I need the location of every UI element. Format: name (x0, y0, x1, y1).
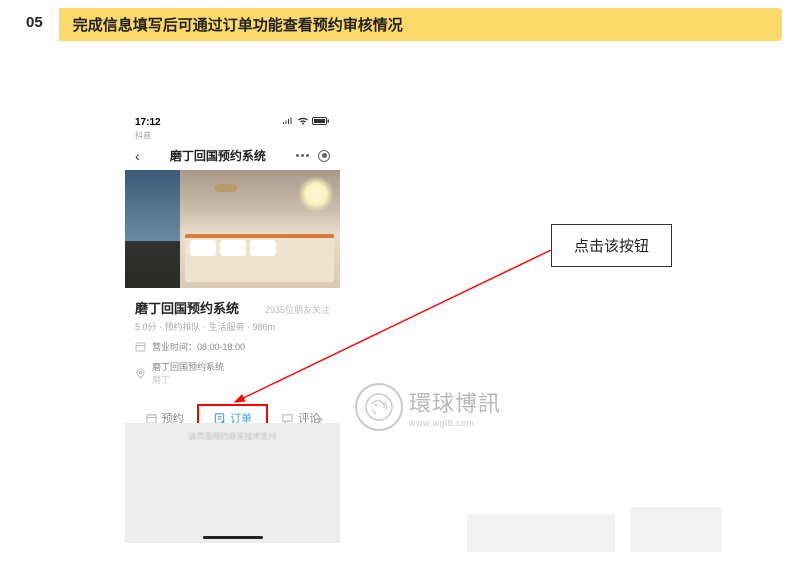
location-icon (135, 368, 146, 379)
step-number: 05 (12, 8, 59, 41)
clock-icon (135, 341, 146, 352)
signal-icon (282, 117, 294, 128)
listing-hours: 营业时间：08:00-18:00 (135, 340, 330, 353)
step-header: 05 完成信息填写后可通过订单功能查看预约审核情况 (12, 8, 782, 41)
status-bar: 17:12 (125, 113, 340, 130)
watermark-url: www.wgi8.com (409, 418, 501, 428)
watermark-logo-icon (355, 383, 403, 431)
placeholder-note: 该页面预约商家技术支持 (125, 423, 340, 442)
target-icon[interactable] (318, 150, 330, 162)
nav-bar: ‹ 磨丁回国预约系统 (125, 143, 340, 170)
home-indicator (203, 536, 263, 539)
wifi-icon (297, 117, 309, 128)
nav-title: 磨丁回国预约系统 (140, 147, 296, 164)
more-icon[interactable] (296, 154, 312, 158)
phone-screenshot: 17:12 抖音 ‹ 磨丁回国预约系统 磨丁回国预约系统 2935位朋友关注 5… (125, 113, 340, 440)
watermark: 環球博訊 www.wgi8.com (355, 383, 501, 431)
nav-actions[interactable] (296, 150, 330, 162)
listing-title: 磨丁回国预约系统 (135, 298, 239, 317)
blur-patch (630, 507, 722, 552)
step-instruction: 完成信息填写后可通过订单功能查看预约审核情况 (59, 8, 782, 41)
watermark-title: 環球博訊 (409, 386, 501, 418)
blur-patch (467, 514, 615, 552)
listing-subtitle: 5.0分 · 预约排队 · 生活服务 · 986m (135, 320, 330, 333)
status-app: 抖音 (125, 130, 340, 143)
listing-favs: 2935位朋友关注 (265, 303, 330, 316)
hero-image (125, 170, 340, 288)
callout-label: 点击该按钮 (551, 224, 672, 267)
status-time: 17:12 (135, 117, 161, 128)
content-placeholder: 该页面预约商家技术支持 (125, 423, 340, 543)
info-block: 磨丁回国预约系统 2935位朋友关注 5.0分 · 预约排队 · 生活服务 · … (125, 288, 340, 392)
listing-address: 磨丁回国预约系统 磨丁 (135, 360, 330, 386)
battery-icon (312, 117, 330, 128)
